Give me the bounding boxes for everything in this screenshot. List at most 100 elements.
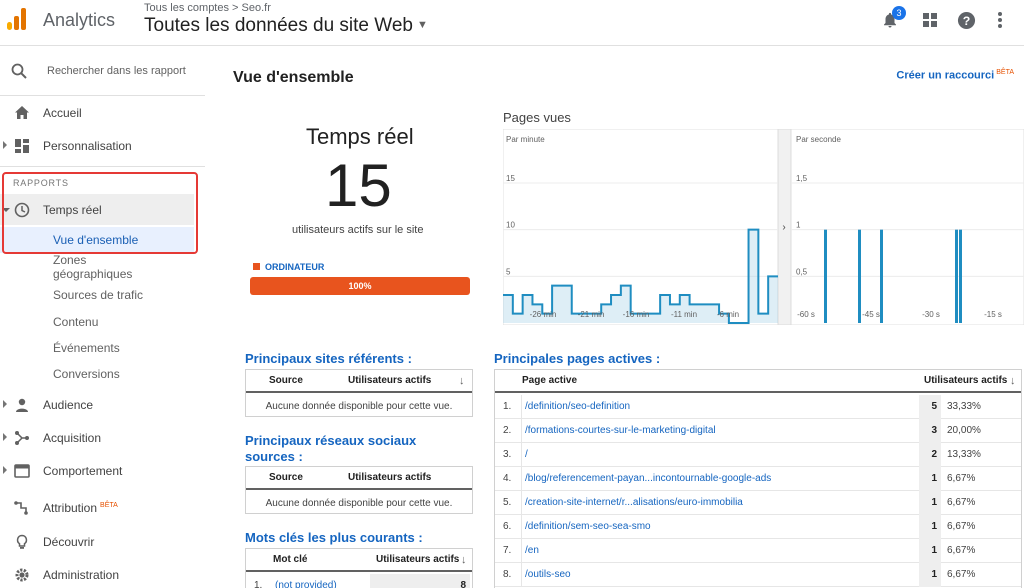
keywords-title: Mots clés les plus courants : [245,530,423,545]
bell-icon[interactable]: 3 [880,6,906,30]
page-link[interactable]: /definition/sem-seo-sea-smo [521,515,651,539]
table-row: 4. /blog/referencement-payan...incontourn… [495,467,1021,491]
pageviews-title: Pages vues [503,110,571,125]
empty-message: Aucune donnée disponible pour cette vue. [265,401,453,412]
col-users[interactable]: Utilisateurs actifs [348,375,431,386]
table-row: 6. /definition/sem-seo-sea-smo 1 6,67% [495,515,1021,539]
y-tick-label: 0,5 [796,267,808,276]
table-header: Source Utilisateurs actifs [246,467,472,490]
row-value: 5 [919,395,941,419]
chevron-down-icon: ▼ [417,19,428,31]
beta-badge: BÊTA [996,69,1014,76]
sidebar-item-home[interactable]: Accueil [0,99,205,127]
page-link[interactable]: /en [521,539,539,563]
row-number: 2. [503,425,512,436]
caret-right-icon [3,141,7,149]
top-pages-table: Page active Utilisateurs actifs ↓ 1. /def… [494,369,1022,588]
col-source[interactable]: Source [269,472,303,483]
x-tick-label: -45 s [862,310,880,319]
caret-right-icon [3,433,7,441]
col-users[interactable]: Utilisateurs actifs [348,472,431,483]
row-value: 1 [919,491,941,515]
row-percent: 13,33% [947,449,981,460]
sort-arrow-icon[interactable]: ↓ [1010,375,1016,387]
analytics-logo-icon[interactable] [7,8,29,30]
highlight-box [2,172,198,254]
col-users[interactable]: Utilisateurs actifs [376,554,459,565]
bar [959,229,962,323]
y-tick-label: 5 [506,267,511,276]
more-vert-icon[interactable] [990,10,1010,30]
y-tick-label: 15 [506,174,515,183]
table-row: 5. /creation-site-internet/r...alisations… [495,491,1021,515]
dashboard-icon [14,138,30,154]
sort-arrow-icon[interactable]: ↓ [461,554,467,566]
sidebar-item-acquisition[interactable]: Acquisition [0,424,205,452]
active-users-count: 15 [325,152,392,219]
table-header: Mot clé Utilisateurs actifs ↓ [246,549,472,572]
keywords-table: Mot clé Utilisateurs actifs ↓ 1. (not pr… [245,548,473,588]
breadcrumb[interactable]: Tous les comptes > Seo.fr [144,2,271,14]
lightbulb-icon [14,534,30,550]
x-tick-label: -15 s [984,310,1002,319]
x-tick-label: -30 s [922,310,940,319]
behavior-icon [14,463,30,479]
search-placeholder: Rechercher dans les rapport [47,65,186,77]
view-selector[interactable]: Toutes les données du site Web ▼ [144,15,428,37]
table-row: 7. /en 1 6,67% [495,539,1021,563]
app-name: Analytics [43,10,116,30]
page-link[interactable]: /definition/seo-definition [521,395,630,419]
table-row: 1. /definition/seo-definition 5 33,33% [495,395,1021,419]
notification-badge: 3 [892,6,906,20]
row-percent: 20,00% [947,425,981,436]
page-link[interactable]: / [521,443,528,467]
sidebar-item-attribution[interactable]: Attribution BÊTA [0,494,205,522]
page-link[interactable]: /creation-site-internet/r...alisations/e… [521,491,743,515]
sidebar-item-label: Comportement [43,464,123,478]
col-users[interactable]: Utilisateurs actifs [924,375,1007,386]
help-icon[interactable]: ? [956,10,976,30]
table-row: 8. /outils-seo 1 6,67% [495,563,1021,587]
sidebar-item-audience[interactable]: Audience [0,391,205,419]
apps-grid-icon[interactable] [920,10,940,30]
sidebar-item-label: Attribution BÊTA [43,501,118,515]
row-number: 3. [503,449,512,460]
row-value: 1 [919,563,941,587]
svg-text:?: ? [962,13,970,27]
sidebar-item-customization[interactable]: Personnalisation [0,132,205,160]
empty-message: Aucune donnée disponible pour cette vue. [265,498,453,509]
page-link[interactable]: /formations-courtes-sur-le-marketing-dig… [521,419,716,443]
sort-arrow-icon[interactable]: ↓ [459,375,465,387]
sidebar-item-label: Audience [43,398,94,412]
sidebar-item-label: Acquisition [43,431,102,445]
col-keyword[interactable]: Mot clé [273,554,307,565]
analytics-app: Analytics Tous les comptes > Seo.fr Tout… [0,0,1024,588]
sidebar-item-behavior[interactable]: Comportement [0,457,205,485]
x-tick-label: -26 min [530,310,557,319]
page-link[interactable]: /blog/referencement-payan...incontournab… [521,467,771,491]
sidebar-item-label: Accueil [43,106,82,120]
row-percent: 6,67% [947,569,976,580]
keyword-link[interactable]: (not provided) [272,574,337,588]
table-header: Source Utilisateurs actifs ↓ [246,370,472,393]
caret-right-icon [3,466,7,474]
y-tick-label: 1 [796,221,801,230]
bar [824,229,827,323]
bar [955,229,958,323]
sidebar-item-discover[interactable]: Découvrir [0,528,205,556]
table-header: Page active Utilisateurs actifs ↓ [495,370,1021,393]
report-search[interactable]: Rechercher dans les rapport [0,57,205,87]
sidebar-item-admin[interactable]: Administration [0,561,205,588]
sidebar-item-label: Administration [43,568,120,582]
row-percent: 6,67% [947,545,976,556]
row-percent: 33,33% [947,401,981,412]
realtime-title: Temps réel [306,124,414,149]
y-tick-label: 1,5 [796,174,808,183]
col-page[interactable]: Page active [522,375,577,386]
device-bar: 100% [250,277,470,295]
col-source[interactable]: Source [269,375,303,386]
pageviews-charts: › Par minute Par seconde 5 10 15 -26 min -21 mi… [503,129,1024,325]
create-shortcut-link[interactable]: Créer un raccourci BÊTA [896,69,1014,82]
page-link[interactable]: /outils-seo [521,563,571,587]
chevron-right-icon: › [782,222,785,233]
